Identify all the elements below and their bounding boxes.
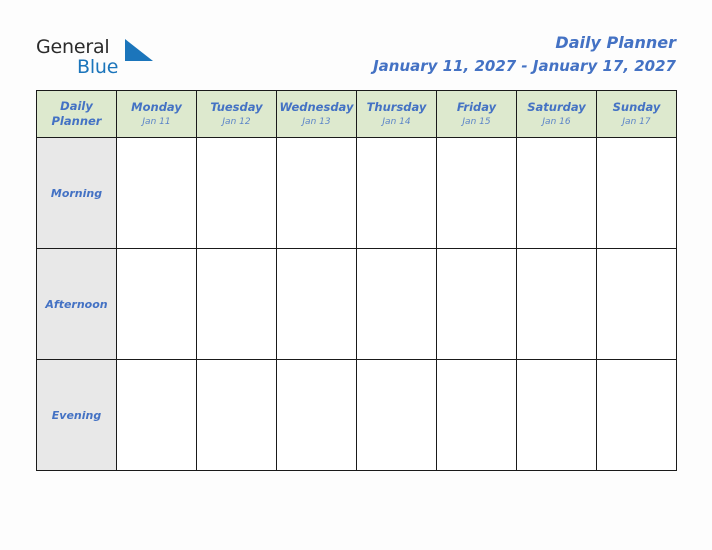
row-label-morning: Morning xyxy=(36,137,117,249)
header-day-wednesday: Wednesday Jan 13 xyxy=(276,90,357,138)
corner-title-line2: Planner xyxy=(51,114,102,128)
day-date-monday: Jan 11 xyxy=(142,116,171,127)
page-title: Daily Planner xyxy=(555,33,676,52)
header-day-tuesday: Tuesday Jan 12 xyxy=(196,90,277,138)
page-header: General Blue Daily Planner January 11, 2… xyxy=(0,0,712,86)
day-name-wednesday: Wednesday xyxy=(279,99,354,114)
day-name-sunday: Sunday xyxy=(612,99,661,114)
generalblue-logo: General Blue xyxy=(36,36,236,82)
day-date-thursday: Jan 14 xyxy=(382,116,411,127)
slot-afternoon-thursday[interactable] xyxy=(356,248,437,360)
slot-evening-monday[interactable] xyxy=(116,359,197,471)
slot-evening-saturday[interactable] xyxy=(516,359,597,471)
day-name-tuesday: Tuesday xyxy=(210,99,263,114)
row-label-evening: Evening xyxy=(36,359,117,471)
table-row-afternoon: Afternoon xyxy=(36,248,677,360)
slot-evening-friday[interactable] xyxy=(436,359,517,471)
header-row: Daily Planner Monday Jan 11 Tuesday Jan … xyxy=(36,90,677,138)
header-day-friday: Friday Jan 15 xyxy=(436,90,517,138)
table-row-evening: Evening xyxy=(36,359,677,471)
slot-evening-tuesday[interactable] xyxy=(196,359,277,471)
slot-afternoon-monday[interactable] xyxy=(116,248,197,360)
slot-evening-thursday[interactable] xyxy=(356,359,437,471)
day-date-friday: Jan 15 xyxy=(462,116,491,127)
logo-text-blue: Blue xyxy=(77,56,119,78)
slot-afternoon-saturday[interactable] xyxy=(516,248,597,360)
day-name-thursday: Thursday xyxy=(366,99,427,114)
date-range-subtitle: January 11, 2027 - January 17, 2027 xyxy=(373,57,676,75)
weekly-planner-table: Daily Planner Monday Jan 11 Tuesday Jan … xyxy=(36,90,677,471)
slot-afternoon-friday[interactable] xyxy=(436,248,517,360)
corner-title-line1: Daily xyxy=(60,99,93,113)
logo-triangle-icon xyxy=(125,39,153,61)
slot-morning-thursday[interactable] xyxy=(356,137,437,249)
day-date-wednesday: Jan 13 xyxy=(302,116,331,127)
slot-morning-wednesday[interactable] xyxy=(276,137,357,249)
day-name-friday: Friday xyxy=(456,99,497,114)
header-day-thursday: Thursday Jan 14 xyxy=(356,90,437,138)
planner-table-body: Morning Afternoon Evening xyxy=(36,137,677,471)
day-name-monday: Monday xyxy=(131,99,182,114)
day-date-sunday: Jan 17 xyxy=(622,116,651,127)
table-row-morning: Morning xyxy=(36,137,677,249)
slot-afternoon-wednesday[interactable] xyxy=(276,248,357,360)
slot-morning-saturday[interactable] xyxy=(516,137,597,249)
slot-evening-wednesday[interactable] xyxy=(276,359,357,471)
row-label-text-afternoon: Afternoon xyxy=(45,298,108,311)
row-label-afternoon: Afternoon xyxy=(36,248,117,360)
slot-morning-friday[interactable] xyxy=(436,137,517,249)
row-label-text-evening: Evening xyxy=(51,409,102,422)
slot-morning-sunday[interactable] xyxy=(596,137,677,249)
day-date-saturday: Jan 16 xyxy=(542,116,571,127)
logo-text-general: General xyxy=(36,36,110,58)
slot-morning-monday[interactable] xyxy=(116,137,197,249)
row-label-text-morning: Morning xyxy=(50,187,103,200)
slot-afternoon-tuesday[interactable] xyxy=(196,248,277,360)
day-name-saturday: Saturday xyxy=(527,99,586,114)
slot-afternoon-sunday[interactable] xyxy=(596,248,677,360)
header-day-sunday: Sunday Jan 17 xyxy=(596,90,677,138)
slot-evening-sunday[interactable] xyxy=(596,359,677,471)
header-day-monday: Monday Jan 11 xyxy=(116,90,197,138)
header-corner-cell: Daily Planner xyxy=(36,90,117,138)
slot-morning-tuesday[interactable] xyxy=(196,137,277,249)
planner-table-header: Daily Planner Monday Jan 11 Tuesday Jan … xyxy=(36,90,677,138)
header-day-saturday: Saturday Jan 16 xyxy=(516,90,597,138)
day-date-tuesday: Jan 12 xyxy=(222,116,251,127)
title-block: Daily Planner January 11, 2027 - January… xyxy=(373,32,676,77)
